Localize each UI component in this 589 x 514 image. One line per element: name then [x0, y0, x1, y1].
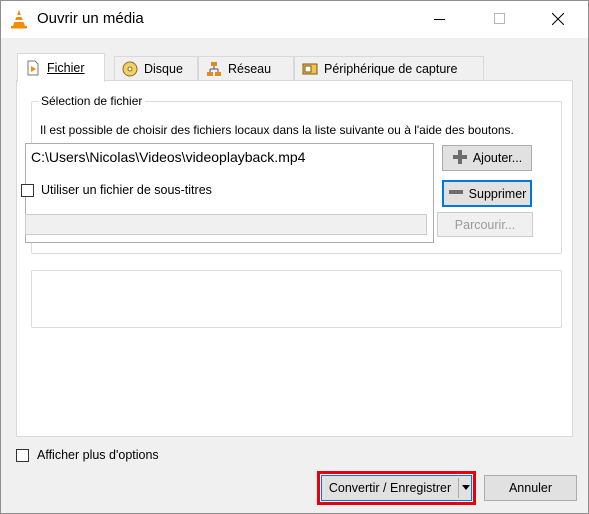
file-selection-label: Sélection de fichier [38, 94, 146, 108]
subtitle-path-field [25, 214, 427, 235]
list-item[interactable]: C:\Users\Nicolas\Videos\videoplayback.mp… [31, 149, 305, 165]
convert-save-main[interactable]: Convertir / Enregistrer [322, 476, 458, 500]
browse-subtitle-label: Parcourir... [454, 217, 516, 232]
maximize-button[interactable] [477, 1, 523, 38]
split-separator [458, 478, 459, 498]
network-icon [206, 61, 222, 77]
add-file-button[interactable]: Ajouter... [442, 145, 532, 171]
tab-fichier[interactable]: Fichier [17, 53, 105, 82]
subtitle-group [31, 270, 562, 328]
more-options-checkbox[interactable] [16, 449, 29, 462]
tab-reseau[interactable]: Réseau [198, 56, 294, 81]
tab-peripherique-capture[interactable]: Périphérique de capture [294, 56, 484, 81]
disc-icon [122, 61, 138, 77]
window-title: Ouvrir un média [37, 10, 144, 27]
cancel-button[interactable]: Annuler [484, 475, 577, 501]
tab-panel-fichier: Sélection de fichier Il est possible de … [16, 80, 573, 437]
remove-file-label: Supprimer [468, 186, 527, 201]
convert-save-label: Convertir / Enregistrer [328, 481, 452, 495]
open-media-dialog: Ouvrir un média Fichier Disque Réseau Pé… [0, 0, 589, 514]
minimize-button[interactable] [419, 1, 465, 38]
add-file-label: Ajouter... [472, 151, 523, 165]
subtitle-checkbox-label[interactable]: Utiliser un fichier de sous-titres [39, 183, 215, 197]
maximize-icon [494, 13, 505, 24]
subtitle-checkbox[interactable] [21, 184, 34, 197]
close-button[interactable] [535, 1, 581, 38]
plus-icon [452, 149, 468, 168]
title-bar: Ouvrir un média [1, 1, 588, 38]
tab-disque[interactable]: Disque [114, 56, 198, 81]
close-icon [552, 13, 564, 25]
chevron-down-icon[interactable] [462, 485, 470, 490]
minimize-icon [434, 19, 445, 20]
tab-label: Réseau [228, 62, 272, 76]
capture-device-icon [302, 61, 318, 77]
file-icon [25, 60, 41, 76]
tab-label: Disque [144, 62, 183, 76]
vlc-cone-icon [10, 9, 28, 29]
convert-save-button[interactable]: Convertir / Enregistrer [321, 475, 472, 501]
more-options-label[interactable]: Afficher plus d'options [37, 448, 159, 462]
cancel-label: Annuler [508, 481, 553, 495]
tab-label: Fichier [47, 61, 85, 75]
browse-subtitle-button: Parcourir... [437, 212, 533, 237]
tab-label: Périphérique de capture [324, 62, 458, 76]
file-selection-description: Il est possible de choisir des fichiers … [40, 123, 514, 137]
minus-icon [448, 184, 464, 203]
remove-file-button[interactable]: Supprimer [442, 180, 532, 207]
